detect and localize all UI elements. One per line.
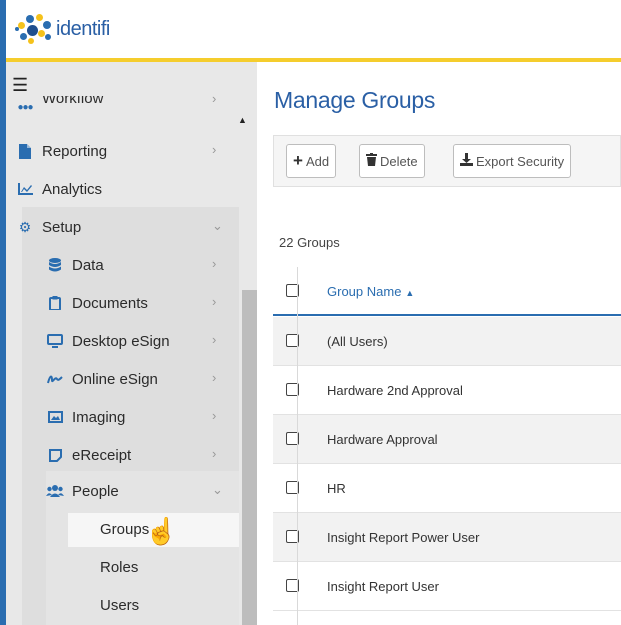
chevron-right-icon: › [212,294,217,309]
main-content: Manage Groups + Add Delete Export Securi… [257,62,621,625]
column-header-group-name[interactable]: Group Name ▲ [327,284,414,299]
add-button-label: Add [305,153,330,169]
chevron-right-icon: › [212,332,217,347]
sidebar-subitem-roles[interactable]: Roles [100,559,138,576]
sidebar-item-label: Data [72,256,104,274]
sidebar-item-label: Setup [42,218,82,236]
chevron-right-icon: › [212,408,217,423]
sidebar-item-desktop-esign[interactable]: Desktop eSign › [46,322,230,360]
table-row[interactable]: Hardware Approval [273,415,621,464]
column-header-label: Group Name [327,284,402,299]
sidebar-subitem-users[interactable]: Users [100,597,139,614]
add-button[interactable]: + Add [286,144,337,178]
logo[interactable]: identifi [14,12,110,46]
workflow-icon: ●●● [17,101,33,113]
sidebar-item-label: Analytics [42,180,103,198]
sidebar-item-online-esign[interactable]: Online eSign › [46,360,230,398]
chevron-right-icon: › [212,256,217,271]
delete-button[interactable]: Delete [359,144,425,178]
group-name-cell: HR [327,481,346,496]
plus-icon: + [293,151,303,170]
sidebar-item-ereceipt[interactable]: eReceipt › [46,436,230,474]
sidebar-item-label: Imaging [72,408,126,426]
group-name-cell: Hardware Approval [327,432,438,447]
table-row[interactable]: Insight Report User [273,562,621,611]
sidebar: ☰ ●●● Workflow › ▲ Reporting › Analytics… [6,62,257,625]
download-icon [460,153,473,169]
logo-text: identifi [56,17,110,40]
sidebar-item-label: eReceipt [72,446,132,464]
table-row[interactable]: Hardware 2nd Approval [273,366,621,415]
chevron-right-icon: › [212,142,217,157]
sidebar-item-label: Desktop eSign [72,332,170,350]
logo-mark-icon [14,12,54,46]
sidebar-item-documents[interactable]: Documents › [46,284,230,322]
sidebar-item-label: People [72,482,119,500]
image-icon [46,411,64,423]
users-icon [46,485,64,497]
database-icon [46,258,64,272]
group-count: 22 Groups [279,235,340,250]
sidebar-item-people[interactable]: People ⌄ [46,472,230,510]
signature-icon [46,373,64,385]
sidebar-item-analytics[interactable]: Analytics [16,170,230,208]
sidebar-subitem-groups[interactable]: Groups [100,521,149,538]
sidebar-item-imaging[interactable]: Imaging › [46,398,230,436]
chevron-right-icon: › [212,370,217,385]
app-header: identifi [6,0,621,62]
chevron-right-icon: › [212,446,217,461]
sidebar-item-workflow[interactable]: ●●● Workflow › [16,96,230,118]
hamburger-icon[interactable]: ☰ [12,76,28,94]
sidebar-item-label: Online eSign [72,370,158,388]
sidebar-item-setup[interactable]: ⚙ Setup ⌄ [16,208,230,246]
export-security-button-label: Export Security [476,153,565,169]
note-icon [46,448,64,462]
export-security-button[interactable]: Export Security [453,144,572,178]
sidebar-item-reporting[interactable]: Reporting › [16,132,230,170]
chevron-down-icon: ⌄ [212,482,223,497]
sidebar-item-label: Documents [72,294,148,312]
page-title: Manage Groups [274,87,436,113]
chevron-down-icon: ⌄ [212,218,223,233]
chevron-right-icon: › [212,96,217,106]
monitor-icon [46,334,64,348]
sidebar-item-label: Workflow [42,96,104,107]
delete-button-label: Delete [380,153,418,169]
table-column-divider [297,267,298,625]
group-name-cell: Insight Report User [327,579,439,594]
chart-icon [16,183,34,195]
table-row[interactable]: (All Users) [273,317,621,366]
table-row[interactable]: HR [273,464,621,513]
sidebar-scrollbar-thumb[interactable] [242,290,257,625]
group-name-cell: Insight Report Power User [327,530,480,545]
table-header-row: Group Name ▲ [273,267,621,316]
sidebar-item-label: Reporting [42,142,108,160]
sidebar-item-data[interactable]: Data › [46,246,230,284]
group-name-cell: (All Users) [327,334,388,349]
gear-icon: ⚙ [18,218,32,235]
trash-icon [366,153,377,169]
sort-ascending-icon: ▲ [405,288,415,298]
toolbar: + Add Delete Export Security [273,135,621,187]
group-name-cell: Hardware 2nd Approval [327,383,463,398]
file-icon [16,143,34,159]
clipboard-icon [46,296,64,310]
hand-cursor-icon: ☝ [145,516,178,546]
table-row[interactable]: Insight Report Power User [273,513,621,562]
scroll-up-arrow-icon[interactable]: ▲ [238,115,247,125]
